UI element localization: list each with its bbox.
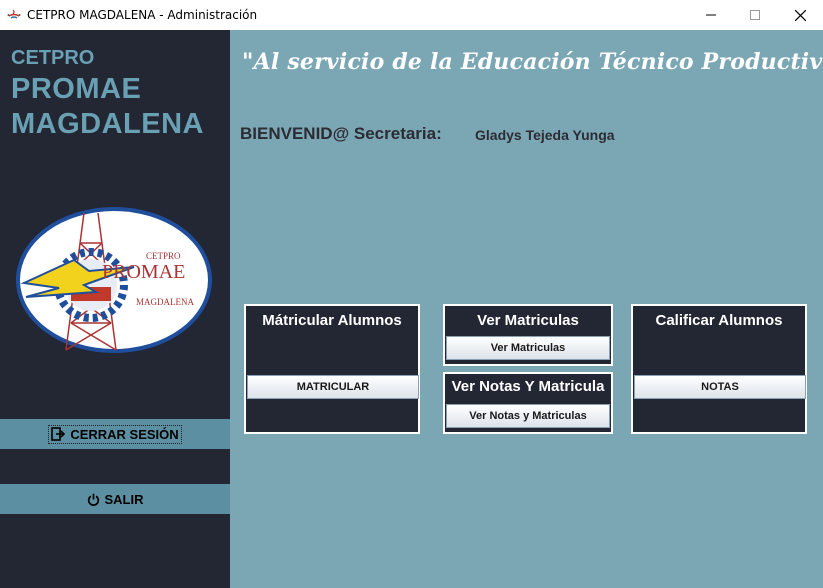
logo-bottom-text: MAGDALENA [136,297,194,307]
logo-top-text: CETPRO [146,251,181,261]
minimize-button[interactable] [688,0,734,30]
close-button[interactable] [777,0,823,30]
close-icon [794,9,806,21]
brand-label-small: CETPRO [11,47,95,69]
window-title: CETPRO MAGDALENA - Administración [27,8,258,22]
java-app-icon [6,7,22,23]
card-title: Ver Notas Y Matricula [451,378,605,395]
notas-button[interactable]: NOTAS [634,375,806,399]
sidebar: CETPRO PROMAE MAGDALENA CETPRO PROMAE MA… [0,30,230,588]
logout-label: CERRAR SESIÓN [70,426,179,442]
title-bar: CETPRO MAGDALENA - Administración [0,0,823,30]
card-ver-notas: Ver Notas Y Matricula Ver Notas y Matric… [443,372,613,434]
exit-button[interactable]: SALIR [0,484,230,514]
logout-button-content: CERRAR SESIÓN [48,424,182,444]
slogan: "Al servicio de la Educación Técnico Pro… [242,49,823,75]
card-title: Ver Matriculas [477,312,579,329]
logout-icon [51,427,66,441]
ver-matriculas-button[interactable]: Ver Matriculas [446,336,610,360]
card-title: Mátricular Alumnos [262,312,402,329]
maximize-button[interactable] [732,0,778,30]
logo-main-text: PROMAE [102,261,185,283]
exit-button-content: SALIR [87,492,144,507]
cetpro-logo: CETPRO PROMAE MAGDALENA [16,207,212,353]
card-ver-matriculas: Ver Matriculas Ver Matriculas [443,304,613,366]
card-matricular: Mátricular Alumnos MATRICULAR [244,304,420,434]
matricular-button[interactable]: MATRICULAR [247,375,419,399]
user-name: Gladys Tejeda Yunga [475,127,615,143]
brand-label-line1: PROMAE [11,73,142,105]
logout-button[interactable]: CERRAR SESIÓN [0,419,230,449]
minimize-icon [706,14,716,16]
exit-label: SALIR [104,491,144,507]
card-calificar: Calificar Alumnos NOTAS [631,304,807,434]
power-icon [87,493,99,506]
ver-notas-button[interactable]: Ver Notas y Matriculas [446,404,610,428]
welcome-label: BIENVENID@ Secretaria: [240,124,442,143]
card-title: Calificar Alumnos [655,312,783,329]
main-panel: "Al servicio de la Educación Técnico Pro… [230,30,823,588]
maximize-icon [750,10,760,20]
brand-label-line2: MAGDALENA [11,108,204,140]
